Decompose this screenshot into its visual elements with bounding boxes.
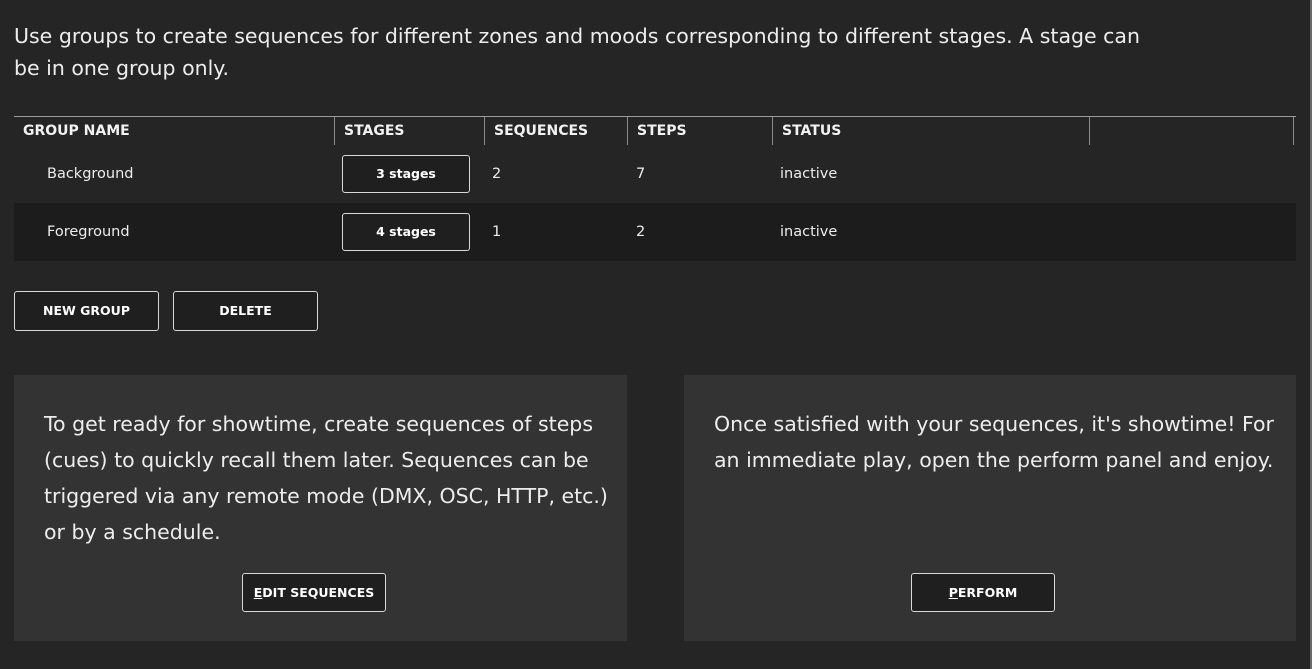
stages-button[interactable]: 4 stages bbox=[342, 213, 470, 251]
steps-cell: 2 bbox=[636, 224, 646, 240]
header-stages[interactable]: STAGES bbox=[335, 117, 485, 145]
sequences-panel-text: To get ready for showtime, create sequen… bbox=[44, 412, 608, 544]
delete-button[interactable]: DELETE bbox=[173, 291, 318, 331]
header-sequences[interactable]: SEQUENCES bbox=[485, 117, 628, 145]
stages-button[interactable]: 3 stages bbox=[342, 155, 470, 193]
group-name-cell: Foreground bbox=[47, 224, 130, 240]
header-steps[interactable]: STEPS bbox=[628, 117, 773, 145]
table-row[interactable]: Foreground 4 stages 1 2 inactive bbox=[14, 203, 1296, 261]
header-extra[interactable] bbox=[1090, 117, 1294, 145]
perform-button[interactable]: PERFORM bbox=[911, 573, 1055, 612]
header-status[interactable]: STATUS bbox=[773, 117, 1090, 145]
intro-text: Use groups to create sequences for diffe… bbox=[14, 24, 1140, 80]
perform-panel-text: Once satisfied with your sequences, it's… bbox=[714, 412, 1274, 472]
groups-table: GROUP NAME STAGES SEQUENCES STEPS STATUS… bbox=[14, 116, 1296, 261]
header-group-name[interactable]: GROUP NAME bbox=[14, 117, 335, 145]
new-group-button[interactable]: NEW GROUP bbox=[14, 291, 159, 331]
sequences-cell: 1 bbox=[492, 224, 502, 240]
sequences-cell: 2 bbox=[492, 166, 502, 182]
steps-cell: 7 bbox=[636, 166, 646, 182]
status-cell: inactive bbox=[780, 224, 838, 240]
sequences-panel: To get ready for showtime, create sequen… bbox=[14, 375, 627, 641]
group-name-cell: Background bbox=[47, 166, 134, 182]
edit-sequences-button[interactable]: EDIT SEQUENCES bbox=[242, 573, 386, 612]
groups-page: Use groups to create sequences for diffe… bbox=[0, 0, 1312, 669]
perform-panel: Once satisfied with your sequences, it's… bbox=[684, 375, 1296, 641]
table-header: GROUP NAME STAGES SEQUENCES STEPS STATUS bbox=[14, 116, 1296, 145]
status-cell: inactive bbox=[780, 166, 838, 182]
table-row[interactable]: Background 3 stages 2 7 inactive bbox=[14, 145, 1296, 203]
